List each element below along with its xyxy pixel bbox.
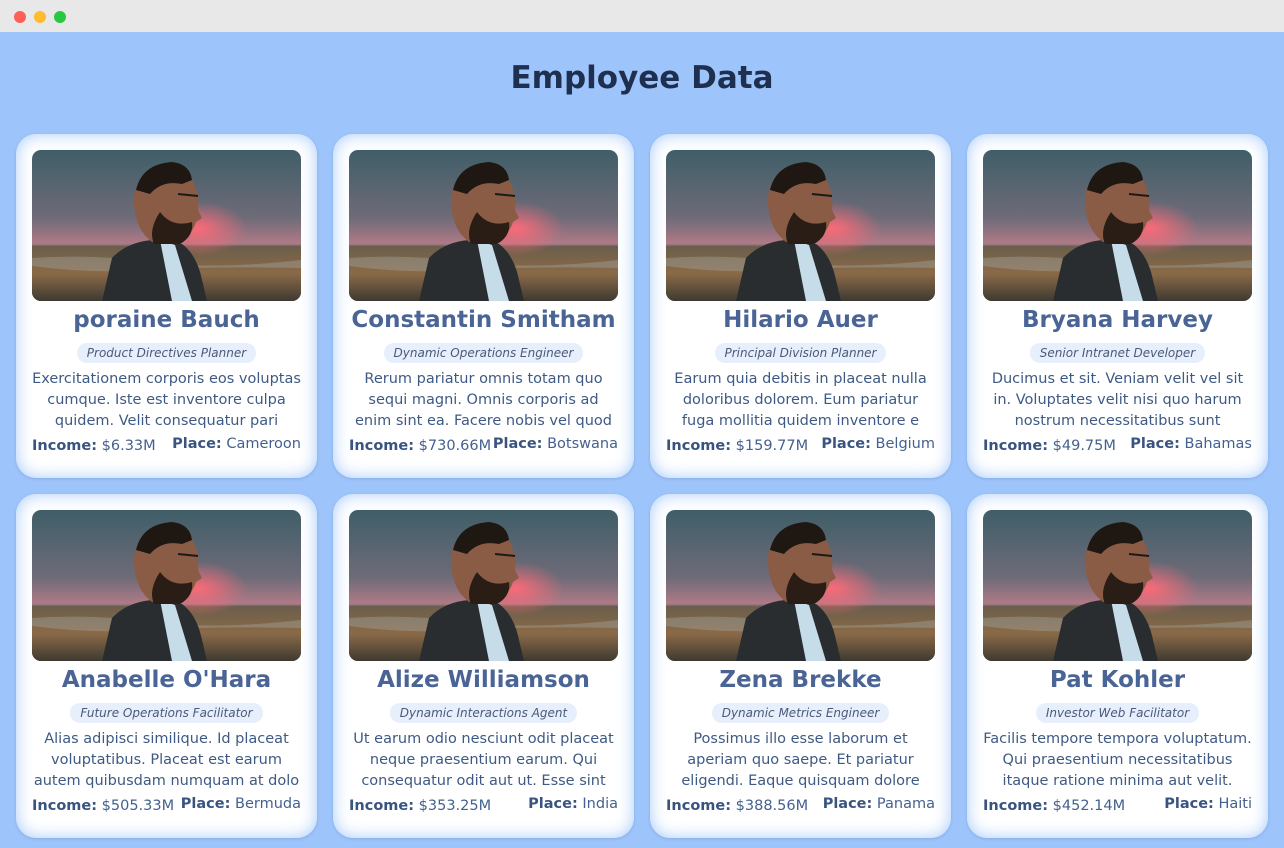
place-label: Place: [492, 436, 543, 452]
income-label: Income: [349, 438, 415, 454]
place-value: Bermuda [235, 796, 301, 812]
employee-photo [349, 510, 618, 661]
employee-place: Place: Belgium [821, 436, 935, 452]
employee-role-badge: Senior Intranet Developer [1029, 343, 1206, 363]
employee-description: Facilis tempore tempora voluptatum. Qui … [983, 731, 1252, 789]
place-label: Place: [822, 796, 873, 812]
employee-place: Place: India [528, 796, 618, 812]
employee-income: Income: $353.25M [349, 798, 491, 814]
employee-card[interactable]: Constantin Smitham Dynamic Operations En… [333, 134, 634, 478]
employee-description: Rerum pariatur omnis totam quo sequi mag… [355, 371, 612, 429]
employee-description: Alias adipisci similique. Id placeat vol… [33, 731, 300, 789]
employee-name: Anabelle O'Hara [61, 667, 272, 693]
income-label: Income: [666, 798, 732, 814]
employee-role-badge: Investor Web Facilitator [1035, 703, 1200, 723]
employee-place: Place: Bahamas [1130, 436, 1252, 452]
employee-role-badge: Dynamic Metrics Engineer [711, 703, 890, 723]
income-label: Income: [983, 438, 1049, 454]
income-value: $505.33M [101, 798, 175, 814]
employee-income: Income: $452.14M [983, 798, 1125, 814]
place-label: Place: [528, 796, 578, 812]
place-label: Place: [172, 436, 222, 452]
employee-description: Possimus illo esse laborum et aperiam qu… [681, 731, 920, 789]
employee-card[interactable]: Hilario Auer Principal Division Planner … [650, 134, 951, 478]
employee-role-badge: Dynamic Operations Engineer [383, 343, 584, 363]
page-content: Employee Data poraine Bauch Product Dire… [0, 32, 1284, 848]
employee-photo [666, 510, 935, 661]
place-label: Place: [821, 436, 871, 452]
employee-place: Place: Botswana [493, 436, 618, 452]
employee-photo [666, 150, 935, 301]
income-label: Income: [32, 798, 98, 814]
minimize-window-button[interactable] [34, 11, 46, 23]
employee-card[interactable]: poraine Bauch Product Directives Planner… [16, 134, 317, 478]
income-label: Income: [349, 798, 415, 814]
employee-name: Bryana Harvey [1022, 307, 1213, 333]
employee-place: Place: Cameroon [172, 436, 301, 452]
employee-income: Income: $730.66M [349, 438, 491, 454]
maximize-window-button[interactable] [54, 11, 66, 23]
place-value: India [582, 796, 618, 812]
place-value: Botswana [547, 436, 618, 452]
employee-description: Earum quia debitis in placeat nulla dolo… [674, 371, 927, 429]
employee-card[interactable]: Pat Kohler Investor Web Facilitator Faci… [967, 494, 1268, 838]
employee-card[interactable]: Anabelle O'Hara Future Operations Facili… [16, 494, 317, 838]
employee-income: Income: $505.33M [32, 798, 174, 814]
employee-photo [983, 150, 1252, 301]
place-value: Panama [876, 796, 935, 812]
employee-place: Place: Bermuda [181, 796, 301, 812]
employee-role-badge: Product Directives Planner [76, 343, 257, 363]
income-value: $388.56M [735, 798, 809, 814]
employee-card[interactable]: Bryana Harvey Senior Intranet Developer … [967, 134, 1268, 478]
employee-income: Income: $388.56M [666, 798, 808, 814]
income-value: $353.25M [418, 798, 492, 814]
employee-name: Alize Williamson [377, 667, 590, 693]
employee-name: poraine Bauch [73, 307, 260, 333]
employee-name: Pat Kohler [1049, 667, 1186, 693]
close-window-button[interactable] [14, 11, 26, 23]
place-value: Haiti [1218, 796, 1252, 812]
employee-name: Zena Brekke [719, 667, 882, 693]
employee-description: Exercitationem corporis eos voluptas cum… [32, 371, 301, 429]
place-value: Bahamas [1184, 436, 1252, 452]
place-value: Cameroon [226, 436, 301, 452]
income-value: $159.77M [735, 438, 809, 454]
income-value: $730.66M [418, 438, 492, 454]
employee-photo [32, 150, 301, 301]
employee-name: Hilario Auer [723, 307, 878, 333]
employee-income: Income: $49.75M [983, 438, 1116, 454]
income-value: $6.33M [101, 438, 156, 454]
employee-role-badge: Dynamic Interactions Agent [389, 703, 578, 723]
employee-place: Place: Panama [823, 796, 935, 812]
employee-photo [349, 150, 618, 301]
employee-photo [32, 510, 301, 661]
employee-photo [983, 510, 1252, 661]
place-label: Place: [1130, 436, 1180, 452]
place-label: Place: [180, 796, 231, 812]
income-value: $49.75M [1052, 438, 1116, 454]
employee-card[interactable]: Zena Brekke Dynamic Metrics Engineer Pos… [650, 494, 951, 838]
income-label: Income: [666, 438, 732, 454]
page-title: Employee Data [510, 60, 774, 96]
employee-description: Ut earum odio nesciunt odit placeat nequ… [353, 731, 614, 789]
employee-card[interactable]: Alize Williamson Dynamic Interactions Ag… [333, 494, 634, 838]
employee-description: Ducimus et sit. Veniam velit vel sit in.… [991, 371, 1244, 429]
income-label: Income: [32, 438, 98, 454]
place-label: Place: [1164, 796, 1214, 812]
employee-role-badge: Future Operations Facilitator [70, 703, 263, 723]
window-titlebar [0, 0, 1284, 32]
employee-income: Income: $159.77M [666, 438, 808, 454]
employee-name: Constantin Smitham [351, 307, 616, 333]
employee-place: Place: Haiti [1164, 796, 1252, 812]
employee-income: Income: $6.33M [32, 438, 156, 454]
employee-role-badge: Principal Division Planner [714, 343, 887, 363]
place-value: Belgium [875, 436, 935, 452]
income-label: Income: [983, 798, 1049, 814]
income-value: $452.14M [1052, 798, 1126, 814]
